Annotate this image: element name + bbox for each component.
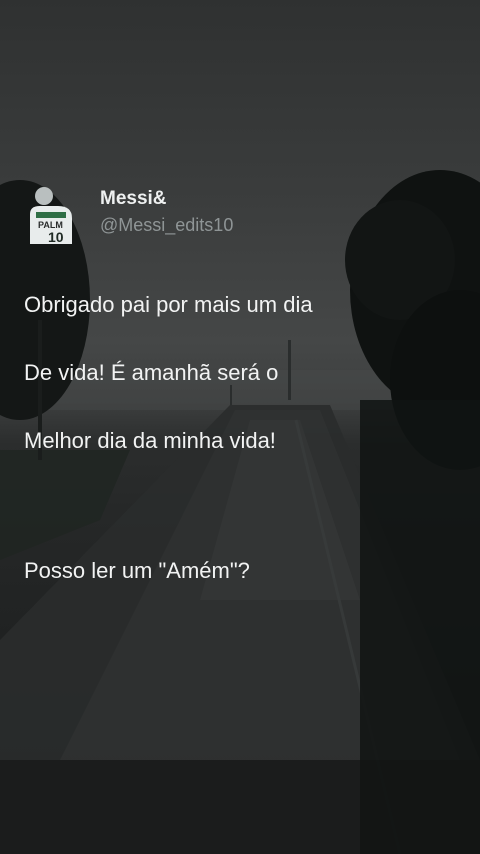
tweet-author: Messi& @Messi_edits10 — [100, 188, 233, 237]
player-avatar-icon: PALM 10 — [30, 187, 72, 244]
tweet-body: Obrigado pai por mais um dia De vida! É … — [24, 254, 464, 622]
tweet-line-1: Obrigado pai por mais um dia — [24, 292, 313, 317]
tweet-line-2: De vida! É amanhã será o — [24, 360, 279, 385]
tweet-card: PALM 10 Messi& @Messi_edits10 Obrigado p… — [24, 184, 464, 622]
tweet-question: Posso ler um "Amém"? — [24, 558, 250, 583]
tweet-line-3: Melhor dia da minha vida! — [24, 428, 276, 453]
display-name[interactable]: Messi& — [100, 188, 233, 210]
video-frame: PALM 10 Messi& @Messi_edits10 Obrigado p… — [0, 0, 480, 854]
svg-text:10: 10 — [48, 229, 64, 244]
user-handle[interactable]: @Messi_edits10 — [100, 213, 233, 237]
tweet-header: PALM 10 Messi& @Messi_edits10 — [24, 184, 464, 244]
